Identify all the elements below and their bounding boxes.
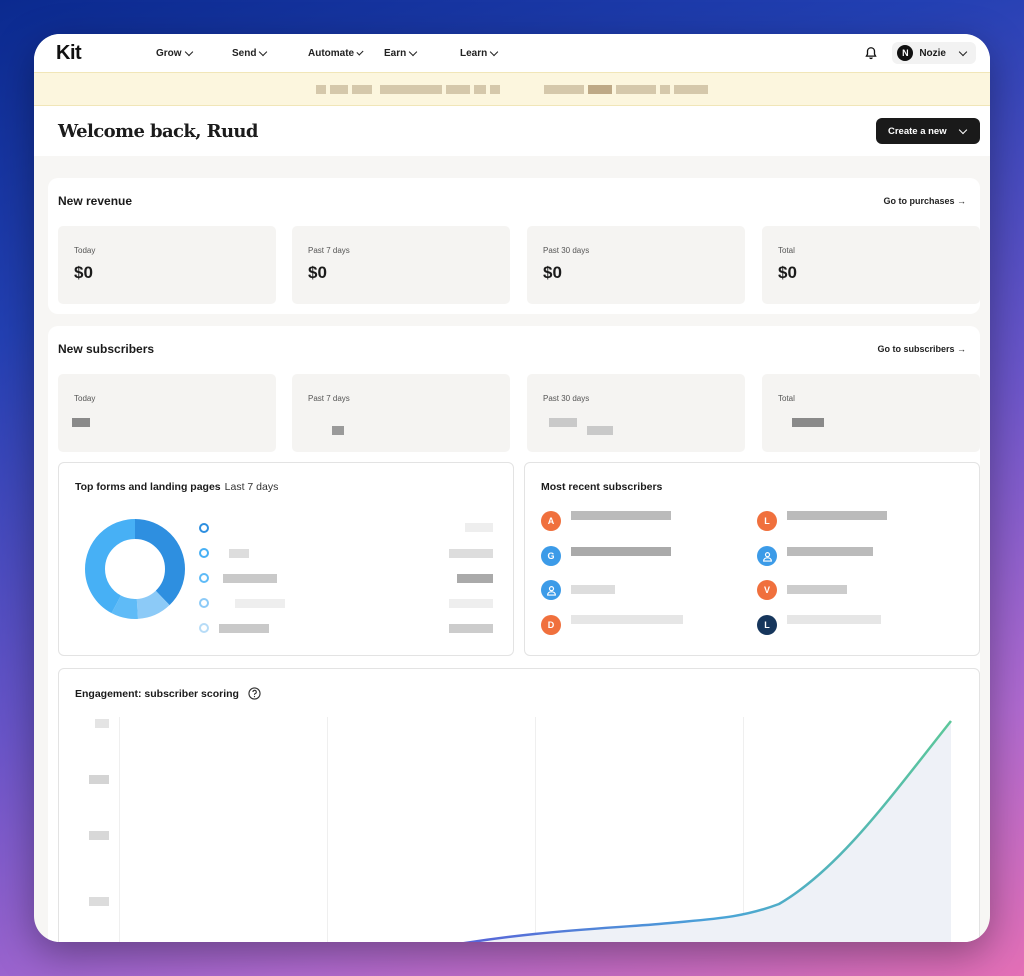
stat-total: Total xyxy=(762,374,980,452)
stat-past-7-days: Past 7 days $0 xyxy=(292,226,510,304)
subscriber-avatar[interactable]: G xyxy=(541,546,561,566)
top-navigation: Kit Grow Send Automate Earn Learn N Nozi… xyxy=(34,34,990,72)
user-name: Nozie xyxy=(919,47,946,59)
engagement-curve xyxy=(463,720,952,942)
recent-subscribers-panel: Most recent subscribers A L G V D L xyxy=(524,462,980,656)
chevron-down-icon xyxy=(958,47,968,56)
announcement-banner xyxy=(34,72,990,106)
person-icon xyxy=(546,585,556,596)
subscriber-avatar[interactable]: D xyxy=(541,615,561,635)
page-header: Welcome back, Ruud Create a new xyxy=(34,106,990,156)
go-to-subscribers-link[interactable]: Go to subscribers → xyxy=(877,344,966,354)
stat-past-30-days: Past 30 days xyxy=(527,374,745,452)
avatar: N xyxy=(897,45,914,61)
stat-total: Total $0 xyxy=(762,226,980,304)
go-to-purchases-link[interactable]: Go to purchases → xyxy=(883,196,966,206)
legend-dot xyxy=(199,548,209,558)
nav-item-learn[interactable]: Learn xyxy=(438,47,514,59)
legend-dot xyxy=(199,573,209,583)
app-window: Kit Grow Send Automate Earn Learn N Nozi… xyxy=(34,34,990,942)
card-title: New revenue xyxy=(58,194,133,208)
subscriber-avatar[interactable] xyxy=(541,580,561,600)
engagement-panel: Engagement: subscriber scoring xyxy=(58,668,980,942)
bell-icon[interactable] xyxy=(864,46,878,60)
stat-past-7-days: Past 7 days xyxy=(292,374,510,452)
user-menu[interactable]: N Nozie xyxy=(892,42,976,64)
chevron-down-icon xyxy=(958,125,968,134)
panel-title: Engagement: subscriber scoring xyxy=(75,687,261,700)
card-title: New subscribers xyxy=(58,342,155,356)
top-forms-panel: Top forms and landing pages Last 7 days xyxy=(58,462,514,656)
chevron-down-icon xyxy=(489,47,499,56)
nav-item-send[interactable]: Send xyxy=(210,47,286,59)
nav-right: N Nozie xyxy=(864,42,976,64)
stat-today: Today $0 xyxy=(58,226,276,304)
nav-item-automate[interactable]: Automate xyxy=(286,48,364,59)
subscriber-avatar[interactable]: L xyxy=(757,511,777,531)
question-circle-icon[interactable] xyxy=(248,687,261,700)
legend-dot xyxy=(199,523,209,533)
stat-past-30-days: Past 30 days $0 xyxy=(527,226,745,304)
nav-item-earn[interactable]: Earn xyxy=(362,47,438,59)
person-icon xyxy=(762,551,772,562)
panel-title: Top forms and landing pages Last 7 days xyxy=(75,481,279,493)
subscriber-avatar[interactable]: A xyxy=(541,511,561,531)
forms-donut-chart xyxy=(85,519,185,619)
nav-item-grow[interactable]: Grow xyxy=(134,47,210,59)
legend-dot xyxy=(199,598,209,608)
new-subscribers-card: New subscribers Go to subscribers → Toda… xyxy=(48,326,980,942)
subscriber-avatar[interactable]: L xyxy=(757,615,777,635)
nav-menu: Grow Send Automate Earn Learn xyxy=(134,47,514,59)
legend-dot xyxy=(199,623,209,633)
chevron-down-icon xyxy=(184,47,193,56)
stat-today: Today xyxy=(58,374,276,452)
new-revenue-card: New revenue Go to purchases → Today $0 P… xyxy=(48,178,980,314)
chevron-down-icon xyxy=(259,47,268,56)
create-new-button[interactable]: Create a new xyxy=(876,118,980,144)
subscriber-avatar[interactable]: V xyxy=(757,580,777,600)
kit-logo[interactable]: Kit xyxy=(56,42,134,65)
subscriber-avatar[interactable] xyxy=(757,546,777,566)
page-title: Welcome back, Ruud xyxy=(58,120,259,142)
panel-title: Most recent subscribers xyxy=(541,481,663,493)
chevron-down-icon xyxy=(408,47,418,56)
